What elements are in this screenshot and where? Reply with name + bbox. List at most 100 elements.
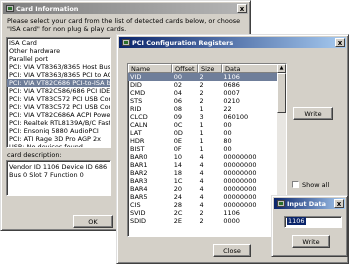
card-list-item[interactable]: Parallel port [7, 55, 110, 63]
card-list-item[interactable]: PCI: VIA VT8363/8365 PCI to AGP Bridge [7, 71, 110, 79]
table-row[interactable]: CLCD 09 3 060100 [128, 113, 277, 121]
input-close-button[interactable]: x [334, 199, 344, 208]
table-row[interactable]: BAR5 24 4 00000000 [128, 193, 277, 201]
pci-registers-title: PCI Configuration Registers [132, 38, 234, 47]
table-row[interactable]: HDR 0E 1 80 [128, 137, 277, 145]
register-size-cell: 2 [199, 217, 204, 225]
card-list-item[interactable]: PCI: VIA VT8363/8365 Host Bus-PC [7, 63, 110, 71]
input-data-window: Input Data x 1106 Write [271, 195, 348, 257]
pci-table-header: Name Offset Size Data [128, 64, 286, 73]
pci-close-button[interactable]: x [335, 38, 345, 47]
pci-write-button[interactable]: Write [293, 107, 333, 120]
table-row[interactable]: CALN 0C 1 00 [128, 121, 277, 129]
register-data-cell: 00000000 [223, 201, 257, 209]
register-size-cell: 2 [197, 73, 222, 81]
register-offset-cell: 06 [173, 97, 182, 105]
card-app-icon [6, 5, 14, 12]
table-row[interactable]: CIS 28 4 00000000 [128, 201, 277, 209]
card-list-item[interactable]: Other hardware [7, 47, 110, 55]
card-close-button[interactable]: x [237, 4, 247, 13]
input-write-button[interactable]: Write [292, 235, 330, 248]
card-list-item[interactable]: PCI: VIA VT83C572 PCI USB Contro [7, 95, 110, 103]
card-list-item[interactable]: PCI: VIA VT83C572 PCI USB Contro [7, 103, 110, 111]
table-row[interactable]: BAR2 18 4 00000000 [128, 169, 277, 177]
pci-registers-titlebar[interactable]: PCI Configuration Registers x [119, 37, 346, 48]
register-data-cell: 00000000 [223, 193, 257, 201]
register-data-cell: 1106 [223, 209, 240, 217]
table-row[interactable]: STS 06 2 0210 [128, 97, 277, 105]
card-list-item[interactable]: PCI: VIA VT82C586/686 PCI IDE Co [7, 87, 110, 95]
pci-close-button-bottom[interactable]: Close [213, 244, 251, 257]
input-app-icon [277, 200, 285, 207]
register-size-cell: 1 [199, 105, 204, 113]
card-list-item[interactable]: PCI: VIA VT82C686A ACPI Power M [7, 111, 110, 119]
register-offset-cell: 18 [173, 169, 182, 177]
table-row[interactable]: SDID 2E 2 0000 [128, 217, 277, 225]
table-row[interactable]: BAR3 1C 4 00000000 [128, 177, 277, 185]
card-list-item[interactable]: PCI: VIA VT82C686 PCI-to-ISA bridge [7, 79, 110, 87]
register-offset-cell: 02 [173, 81, 182, 89]
register-offset-cell: 09 [173, 113, 182, 121]
register-data-cell: 00000000 [223, 169, 257, 177]
register-name-cell: BIST [130, 145, 145, 153]
column-header-size[interactable]: Size [198, 64, 222, 73]
register-name-cell: BAR3 [130, 177, 148, 185]
table-row[interactable]: BAR1 14 4 00000000 [128, 161, 277, 169]
table-row[interactable]: BAR4 20 4 00000000 [128, 185, 277, 193]
table-row[interactable]: RID 08 1 22 [128, 105, 277, 113]
table-row[interactable]: LAT 0D 1 00 [128, 129, 277, 137]
card-list-item[interactable]: USB: No devices found [7, 143, 110, 147]
scroll-up-arrow-icon[interactable]: ▲ [277, 64, 286, 73]
register-name-cell: SDID [130, 217, 147, 225]
register-name-cell: BAR5 [130, 193, 148, 201]
column-header-offset[interactable]: Offset [172, 64, 198, 73]
card-list-item[interactable]: ISA Card [7, 39, 110, 47]
card-list-item[interactable]: PCI: Realtek RTL8139A/B/C Fast Eth [7, 119, 110, 127]
register-offset-cell: 1C [173, 177, 183, 185]
register-size-cell: 4 [199, 201, 204, 209]
register-name-cell: DID [130, 81, 142, 89]
register-name-cell: BAR0 [130, 153, 148, 161]
register-name-cell: BAR4 [130, 185, 148, 193]
ok-button[interactable]: OK [73, 215, 113, 228]
card-information-titlebar[interactable]: Card Information x [3, 3, 248, 14]
table-row[interactable]: SVID 2C 2 1106 [128, 209, 277, 217]
register-size-cell: 4 [199, 169, 204, 177]
register-data-cell: 00000000 [223, 185, 257, 193]
table-row[interactable]: BIST 0F 1 00 [128, 145, 277, 153]
register-offset-cell: 04 [173, 89, 182, 97]
table-row[interactable]: VID 00 2 1106 [128, 73, 277, 81]
register-offset-cell: 0C [173, 121, 183, 129]
pci-app-icon [122, 39, 130, 46]
register-size-cell: 1 [199, 137, 204, 145]
register-name-cell: LAT [130, 129, 142, 137]
card-description-box: Vendor ID 1106 Device ID 686 Bus 0 Slot … [6, 160, 111, 196]
register-name-cell: STS [130, 97, 143, 105]
register-offset-cell: 10 [173, 153, 182, 161]
scroll-thumb[interactable] [277, 73, 286, 113]
register-offset-cell: 0F [173, 145, 182, 153]
register-data-cell: 00 [223, 145, 232, 153]
register-name-cell: HDR [130, 137, 145, 145]
table-row[interactable]: DID 02 2 0686 [128, 81, 277, 89]
column-header-name[interactable]: Name [128, 64, 172, 73]
data-value-input[interactable]: 1106 [284, 216, 342, 228]
card-instructions: Please select your card from the list of… [7, 17, 241, 33]
card-list-item[interactable]: PCI: Ensoniq 5880 AudioPCI [7, 127, 110, 135]
table-row[interactable]: CMD 04 2 0007 [128, 89, 277, 97]
table-row[interactable]: BAR0 10 4 00000000 [128, 153, 277, 161]
pci-register-table[interactable]: Name Offset Size Data VID 00 2 1106 DID 02 2 06… [127, 63, 287, 237]
card-list[interactable]: ISA Card Other hardware Parallel port PCI: … [6, 37, 111, 148]
register-size-cell: 1 [199, 129, 204, 137]
register-data-cell: 0210 [223, 97, 240, 105]
register-name-cell: CIS [130, 201, 141, 209]
register-data-cell: 0000 [223, 217, 240, 225]
register-data-cell: 00 [223, 121, 232, 129]
show-all-checkbox[interactable] [292, 181, 299, 188]
input-data-titlebar[interactable]: Input Data x [274, 198, 345, 209]
input-data-title: Input Data [287, 199, 326, 208]
register-size-cell: 4 [199, 153, 204, 161]
column-header-data[interactable]: Data [222, 64, 278, 73]
card-list-item[interactable]: PCI: ATI Rage 3D Pro AGP 2x [7, 135, 110, 143]
register-data-cell: 060100 [223, 113, 249, 121]
